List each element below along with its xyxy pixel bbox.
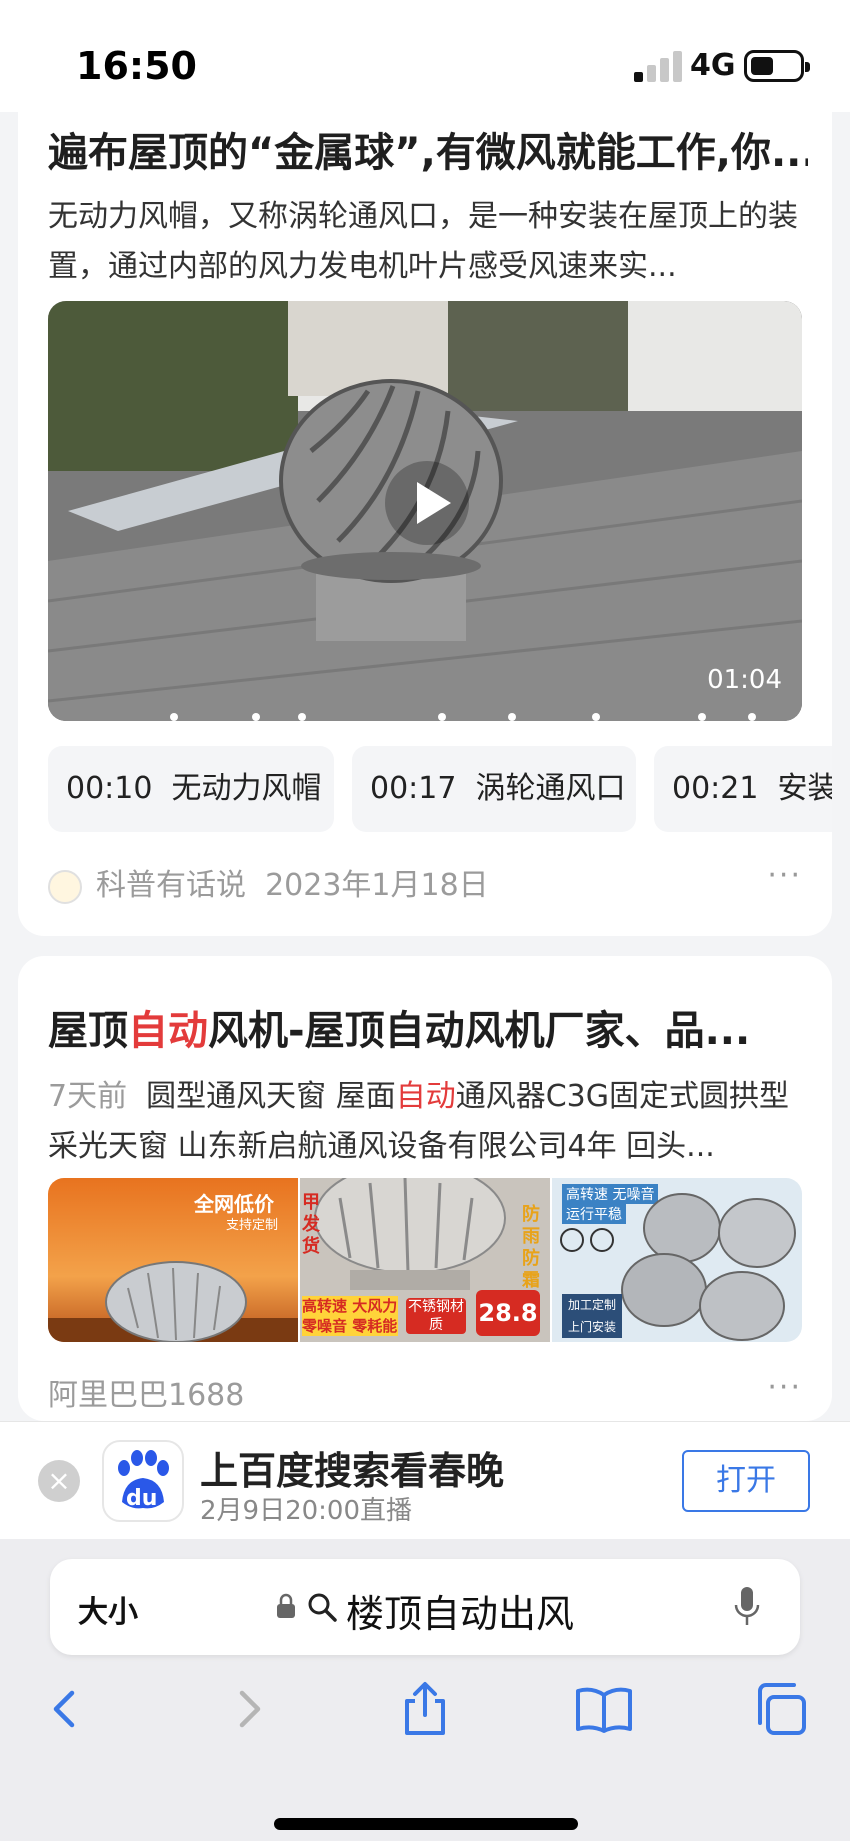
result-card-shop[interactable]: 屋顶自动风机-屋顶自动风机厂家、品... 7天前 圆型通风天窗 屋面自动通风器C…: [18, 956, 832, 1421]
thumb-caption: 甲发货: [302, 1192, 320, 1257]
chapter-label: 安装: [777, 771, 832, 806]
thumb-caption: 高转速 大风力: [302, 1297, 398, 1315]
ventilator-image: [48, 1261, 298, 1342]
thumb-caption: 加工定制: [567, 1298, 616, 1312]
product-thumbnails[interactable]: 全网低价 支持定制 甲发货 防雨防霜 高转速 大风力 零噪音 零耗能 不锈钢材质 …: [48, 1178, 802, 1342]
chapter-label: 涡轮通风口: [475, 771, 626, 806]
result-title[interactable]: 遍布屋顶的“金属球”,有微风就能工作,你...: [48, 120, 808, 178]
chapter-chip[interactable]: 00:21 安装: [654, 746, 832, 832]
more-options-icon[interactable]: ···: [767, 1370, 802, 1405]
text-size-button[interactable]: 大小: [78, 1587, 138, 1631]
bookmarks-icon[interactable]: [574, 1679, 634, 1739]
thumb-caption-block: 加工定制 上门安装: [562, 1294, 622, 1338]
chapter-marker: [748, 713, 756, 721]
lock-icon: [277, 1593, 295, 1618]
url-text[interactable]: 楼顶自动出风: [346, 1583, 574, 1638]
app-icon-label: du: [126, 1486, 158, 1511]
title-part: 风机-屋顶自动风机厂家、品...: [208, 1008, 751, 1054]
thumb-caption-block: 高转速 大风力 零噪音 零耗能: [302, 1296, 398, 1336]
banner-subtitle: 2月9日20:00直播: [200, 1496, 413, 1526]
play-icon[interactable]: [385, 461, 469, 545]
app-promo-banner: × du 上百度搜索看春晚 2月9日20:00直播 打开: [0, 1421, 850, 1539]
price-badge: 28.8: [476, 1290, 540, 1336]
product-image-1[interactable]: 全网低价 支持定制: [48, 1178, 298, 1342]
source-name[interactable]: 阿里巴巴1688: [48, 1370, 244, 1414]
chapter-time: 00:21: [672, 771, 759, 806]
result-card-video[interactable]: 遍布屋顶的“金属球”,有微风就能工作,你... 无动力风帽，又称涡轮通风口，是一…: [18, 112, 832, 936]
chapter-chip[interactable]: 00:10 无动力风帽: [48, 746, 334, 832]
network-type: 4G: [690, 48, 736, 83]
share-icon[interactable]: [395, 1679, 455, 1739]
thumb-caption: 防雨防霜: [522, 1204, 540, 1291]
result-description: 7天前 圆型通风天窗 屋面自动通风器C3G固定式圆拱型采光天窗 山东新启航通风设…: [48, 1072, 816, 1172]
close-icon[interactable]: ×: [38, 1460, 80, 1502]
cellular-signal-icon: [634, 50, 682, 82]
home-indicator: [274, 1818, 578, 1830]
chapter-marker: [438, 713, 446, 721]
chapter-chip[interactable]: 00:17 涡轮通风口: [352, 746, 636, 832]
status-time: 16:50: [76, 44, 197, 88]
result-title[interactable]: 屋顶自动风机-屋顶自动风机厂家、品...: [48, 998, 808, 1056]
battery-icon: [744, 50, 810, 82]
thumb-caption: 不锈钢材质: [406, 1298, 466, 1334]
result-description: 无动力风帽，又称涡轮通风口，是一种安装在屋顶上的装置，通过内部的风力发电机叶片感…: [48, 199, 798, 284]
chapter-time: 00:10: [66, 771, 153, 806]
product-image-3[interactable]: 高转速 无噪音 运行平稳 加工定制 上门安装: [552, 1178, 802, 1342]
thumb-caption: 上门安装: [567, 1320, 616, 1334]
search-icon: [308, 1593, 337, 1622]
product-image-2[interactable]: 甲发货 防雨防霜 高转速 大风力 零噪音 零耗能 不锈钢材质 28.8: [300, 1178, 550, 1342]
desc-highlight: 自动: [395, 1079, 456, 1114]
chapter-label: 无动力风帽: [171, 771, 322, 806]
tabs-icon[interactable]: [752, 1679, 812, 1739]
video-duration: 01:04: [707, 665, 782, 695]
back-icon[interactable]: [36, 1679, 96, 1739]
open-app-button[interactable]: 打开: [682, 1450, 810, 1512]
chapter-marker: [592, 713, 600, 721]
browser-toolbar: 大小 楼顶自动出风: [0, 1539, 850, 1841]
microphone-icon[interactable]: [732, 1585, 762, 1629]
title-part: 屋顶: [48, 1008, 128, 1054]
video-player[interactable]: 01:04: [48, 301, 802, 721]
chapter-marker: [698, 713, 706, 721]
forward-icon[interactable]: [218, 1679, 278, 1739]
chapter-marker: [508, 713, 516, 721]
title-highlight: 自动: [128, 1008, 208, 1054]
desc-part: 圆型通风天窗 屋面: [146, 1079, 396, 1114]
chapter-marker: [170, 713, 178, 721]
source-logo-icon: [48, 869, 82, 904]
result-source-row[interactable]: 科普有话说 2023年1月18日: [48, 860, 489, 904]
banner-title: 上百度搜索看春晚: [200, 1449, 505, 1493]
status-bar: 16:50 4G: [0, 0, 850, 112]
address-bar[interactable]: 大小 楼顶自动出风: [50, 1559, 800, 1655]
more-options-icon[interactable]: ···: [767, 858, 802, 893]
chapter-marker: [252, 713, 260, 721]
chapter-time: 00:17: [370, 771, 457, 806]
source-name: 科普有话说: [96, 868, 246, 903]
publish-date: 2023年1月18日: [265, 868, 489, 903]
chapter-marker: [298, 713, 306, 721]
result-age: 7天前: [48, 1079, 128, 1114]
baidu-app-icon: du: [102, 1440, 184, 1522]
thumb-caption: 零噪音 零耗能: [302, 1317, 398, 1335]
